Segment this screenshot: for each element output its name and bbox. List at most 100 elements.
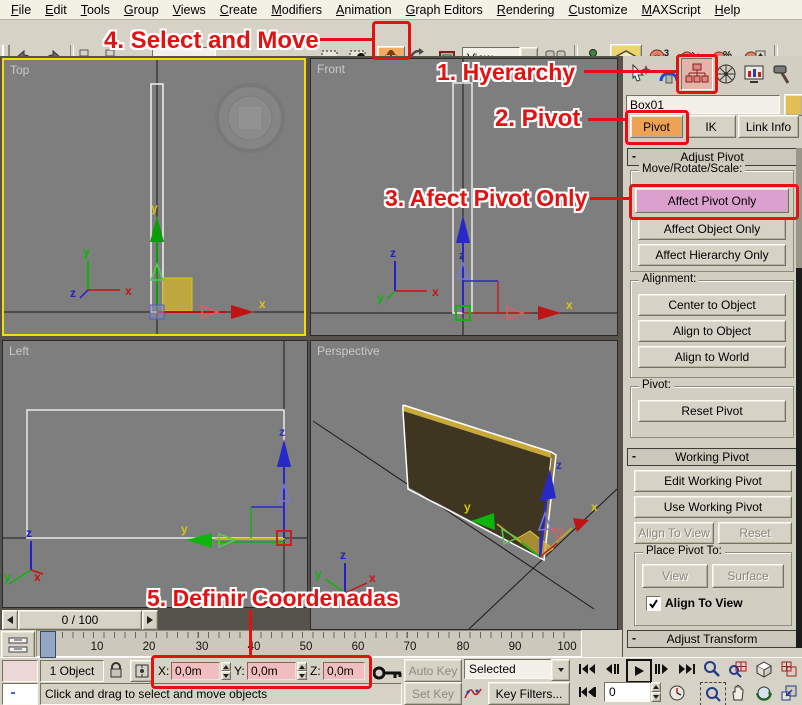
tab-create[interactable] <box>627 60 653 88</box>
time-back-button[interactable] <box>2 610 18 630</box>
menu-tools[interactable]: Tools <box>74 1 117 19</box>
mini-curve-editor-button[interactable] <box>1 631 35 658</box>
tab-modify[interactable] <box>655 60 681 88</box>
menu-views[interactable]: Views <box>166 1 213 19</box>
object-name-field[interactable]: Box01 <box>626 95 780 114</box>
edit-working-pivot-button[interactable]: Edit Working Pivot <box>634 470 792 492</box>
go-to-end-icon[interactable] <box>676 660 698 678</box>
panel-scrollbar[interactable] <box>796 148 802 648</box>
tab-utilities[interactable] <box>769 60 795 88</box>
absolute-mode-icon[interactable] <box>130 660 154 682</box>
previous-frame-icon[interactable] <box>602 660 622 678</box>
align-to-view-checkbox[interactable] <box>646 596 661 611</box>
svg-text:y: y <box>4 570 11 584</box>
working-pivot-reset-button[interactable]: Reset <box>718 522 792 544</box>
macro-recorder-field[interactable] <box>2 660 38 682</box>
pivot-tab-label: Pivot <box>643 121 670 133</box>
viewport-front-label[interactable]: Front <box>317 62 345 76</box>
ik-tab-button[interactable]: IK <box>686 115 736 138</box>
panel-scrollbar-thumb[interactable] <box>796 148 802 268</box>
listener-field[interactable] <box>2 683 38 705</box>
svg-text:x: x <box>432 285 439 299</box>
play-button[interactable] <box>626 659 652 683</box>
link-info-tab-button[interactable]: Link Info <box>738 115 799 138</box>
auto-key-button[interactable]: Auto Key <box>404 659 462 682</box>
zoom-extents-icon[interactable] <box>752 658 776 680</box>
menu-file[interactable]: File <box>4 1 38 19</box>
viewport-left[interactable]: Left z y z y <box>2 340 308 608</box>
pan-icon[interactable] <box>726 682 750 704</box>
set-key-button[interactable]: Set Key <box>404 682 462 705</box>
reset-pivot-button[interactable]: Reset Pivot <box>638 400 786 422</box>
place-pivot-view-button[interactable]: View <box>642 564 708 588</box>
y-coord-spinner[interactable] <box>297 662 307 680</box>
selection-count-box: 1 Object <box>40 660 104 682</box>
y-coord-field[interactable]: 0,0m <box>247 662 296 680</box>
viewport-left-label[interactable]: Left <box>9 344 29 358</box>
tick-30: 30 <box>196 641 209 653</box>
listener-caret <box>11 692 15 694</box>
align-to-view-button[interactable]: Align To View <box>634 522 714 544</box>
time-forward-button[interactable] <box>142 610 158 630</box>
zoom-icon[interactable] <box>700 658 724 680</box>
menu-modifiers[interactable]: Modifiers <box>264 1 329 19</box>
selection-count-value: 1 Object <box>50 665 95 677</box>
center-to-object-button[interactable]: Center to Object <box>638 294 786 316</box>
menu-edit[interactable]: Edit <box>38 1 74 19</box>
affect-pivot-only-button[interactable]: Affect Pivot Only <box>635 188 789 213</box>
viewport-perspective-label[interactable]: Perspective <box>317 344 380 358</box>
rollout-working-pivot[interactable]: - Working Pivot <box>627 448 797 466</box>
region-zoom-icon[interactable] <box>700 682 726 705</box>
tab-motion[interactable] <box>713 60 739 88</box>
frame-counter[interactable]: 0 / 100 <box>18 610 142 630</box>
command-panel: Box01 Pivot IK Link Info - Adjust Pivot … <box>622 56 802 657</box>
min-max-toggle-icon[interactable] <box>778 682 800 704</box>
selection-set-dropdown-arrow-icon[interactable] <box>551 659 570 681</box>
svg-text:y: y <box>464 500 471 514</box>
tab-display[interactable] <box>741 60 767 88</box>
menu-create[interactable]: Create <box>213 1 265 19</box>
viewport-top[interactable]: Top y x y x z <box>2 58 306 336</box>
current-frame-field[interactable]: 0 <box>604 682 650 702</box>
key-mode-toggle-icon[interactable] <box>576 683 598 701</box>
align-to-view-checkbox-label[interactable]: Align To View <box>665 596 743 610</box>
zoom-extents-all-icon[interactable] <box>778 658 800 680</box>
menu-animation[interactable]: Animation <box>329 1 399 19</box>
track-bar[interactable]: 0 10 20 30 40 50 60 70 80 90 100 <box>36 630 582 657</box>
z-coord-field[interactable]: 0,0m <box>323 662 365 680</box>
affect-object-only-button[interactable]: Affect Object Only <box>638 218 786 240</box>
menu-rendering[interactable]: Rendering <box>490 1 562 19</box>
time-slider-handle[interactable] <box>40 631 56 658</box>
pivot-tab-button[interactable]: Pivot <box>630 115 683 138</box>
zoom-all-icon[interactable] <box>726 658 750 680</box>
menu-group[interactable]: Group <box>117 1 166 19</box>
menu-customize[interactable]: Customize <box>561 1 634 19</box>
default-in-out-tangent-icon[interactable] <box>462 682 484 703</box>
next-frame-icon[interactable] <box>652 660 672 678</box>
object-name-value: Box01 <box>630 98 664 112</box>
rollout-adjust-transform[interactable]: - Adjust Transform <box>627 630 797 648</box>
current-frame-spinner[interactable] <box>651 682 661 702</box>
use-working-pivot-button[interactable]: Use Working Pivot <box>634 496 792 518</box>
selection-lock-icon[interactable] <box>106 660 126 680</box>
key-filters-button[interactable]: Key Filters... <box>488 682 570 705</box>
x-coord-field[interactable]: 0,0m <box>171 662 220 680</box>
menu-graph-editors[interactable]: Graph Editors <box>399 1 490 19</box>
affect-hierarchy-only-label: Affect Hierarchy Only <box>655 249 768 261</box>
y-coord-value: 0,0m <box>251 664 278 678</box>
go-to-start-icon[interactable] <box>576 660 598 678</box>
link-info-tab-label: Link Info <box>746 121 791 133</box>
align-to-world-button[interactable]: Align to World <box>638 346 786 368</box>
place-pivot-surface-button[interactable]: Surface <box>712 564 784 588</box>
arc-rotate-icon[interactable] <box>752 682 776 704</box>
viewport-top-label[interactable]: Top <box>10 63 29 77</box>
affect-hierarchy-only-button[interactable]: Affect Hierarchy Only <box>638 244 786 266</box>
align-to-object-button[interactable]: Align to Object <box>638 320 786 342</box>
object-color-swatch[interactable] <box>784 94 802 116</box>
x-coord-spinner[interactable] <box>221 662 231 680</box>
time-configuration-icon[interactable] <box>666 682 688 703</box>
menu-maxscript[interactable]: MAXScript <box>635 1 708 19</box>
menu-help[interactable]: Help <box>708 1 748 19</box>
tab-hierarchy[interactable] <box>681 58 713 90</box>
svg-text:y: y <box>151 201 158 215</box>
